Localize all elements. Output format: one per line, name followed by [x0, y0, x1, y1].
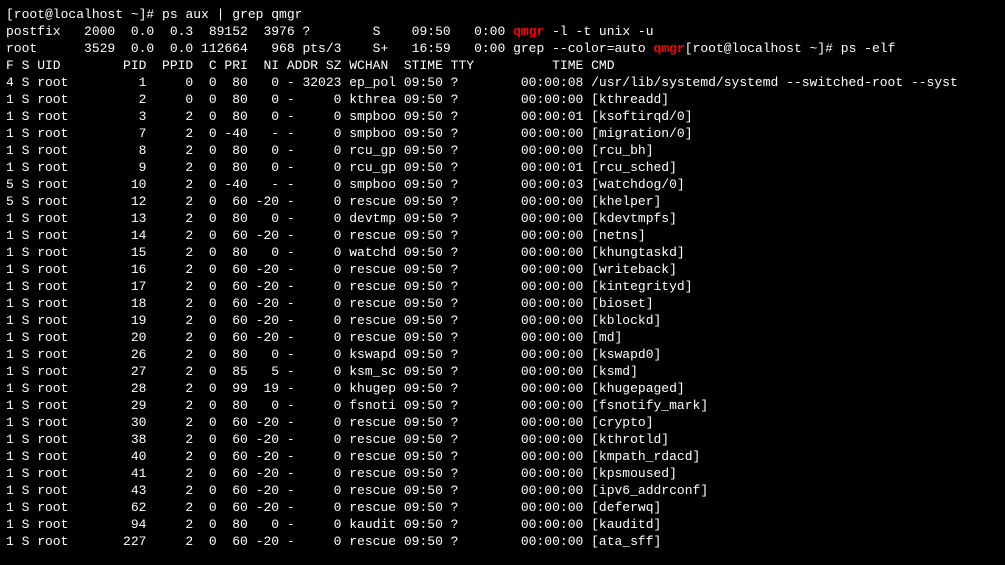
ps-elf-row-2: 1 S root 3 2 0 80 0 - 0 smpboo 09:50 ? 0…: [6, 109, 693, 124]
ps-elf-row-18: 1 S root 28 2 0 99 19 - 0 khugep 09:50 ?…: [6, 381, 685, 396]
ps-elf-row-15: 1 S root 20 2 0 60 -20 - 0 rescue 09:50 …: [6, 330, 622, 345]
ps-elf-row-23: 1 S root 41 2 0 60 -20 - 0 rescue 09:50 …: [6, 466, 677, 481]
cmd-2: ps -elf: [833, 41, 895, 56]
ps-elf-row-3: 1 S root 7 2 0 -40 - - 0 smpboo 09:50 ? …: [6, 126, 693, 141]
ps-elf-row-24: 1 S root 43 2 0 60 -20 - 0 rescue 09:50 …: [6, 483, 708, 498]
ps-elf-row-0: 4 S root 1 0 0 80 0 - 32023 ep_pol 09:50…: [6, 75, 958, 90]
ps-elf-row-27: 1 S root 227 2 0 60 -20 - 0 rescue 09:50…: [6, 534, 661, 549]
grep-match-0: qmgr: [513, 24, 544, 39]
ps-elf-row-6: 5 S root 10 2 0 -40 - - 0 smpboo 09:50 ?…: [6, 177, 685, 192]
ps-elf-row-1: 1 S root 2 0 0 80 0 - 0 kthrea 09:50 ? 0…: [6, 92, 669, 107]
grep-match-1: qmgr: [654, 41, 685, 56]
cmd-1: ps aux | grep qmgr: [154, 7, 302, 22]
ps-elf-row-22: 1 S root 40 2 0 60 -20 - 0 rescue 09:50 …: [6, 449, 700, 464]
ps-elf-header: F S UID PID PPID C PRI NI ADDR SZ WCHAN …: [6, 58, 615, 73]
ps-elf-row-5: 1 S root 9 2 0 80 0 - 0 rcu_gp 09:50 ? 0…: [6, 160, 677, 175]
ps-elf-row-14: 1 S root 19 2 0 60 -20 - 0 rescue 09:50 …: [6, 313, 661, 328]
grep-line-0: postfix 2000 0.0 0.3 89152 3976 ? S 09:5…: [6, 24, 654, 39]
ps-elf-row-16: 1 S root 26 2 0 80 0 - 0 kswapd 09:50 ? …: [6, 347, 661, 362]
ps-elf-row-26: 1 S root 94 2 0 80 0 - 0 kaudit 09:50 ? …: [6, 517, 661, 532]
ps-elf-row-10: 1 S root 15 2 0 80 0 - 0 watchd 09:50 ? …: [6, 245, 685, 260]
ps-elf-row-11: 1 S root 16 2 0 60 -20 - 0 rescue 09:50 …: [6, 262, 677, 277]
ps-elf-row-4: 1 S root 8 2 0 80 0 - 0 rcu_gp 09:50 ? 0…: [6, 143, 654, 158]
ps-elf-row-12: 1 S root 17 2 0 60 -20 - 0 rescue 09:50 …: [6, 279, 693, 294]
ps-elf-row-17: 1 S root 27 2 0 85 5 - 0 ksm_sc 09:50 ? …: [6, 364, 638, 379]
ps-elf-row-13: 1 S root 18 2 0 60 -20 - 0 rescue 09:50 …: [6, 296, 654, 311]
ps-elf-row-20: 1 S root 30 2 0 60 -20 - 0 rescue 09:50 …: [6, 415, 654, 430]
prompt-2: [root@localhost ~]#: [685, 41, 833, 56]
ps-elf-row-8: 1 S root 13 2 0 80 0 - 0 devtmp 09:50 ? …: [6, 211, 677, 226]
grep-line-1: root 3529 0.0 0.0 112664 968 pts/3 S+ 16…: [6, 41, 685, 56]
prompt-1: [root@localhost ~]#: [6, 7, 154, 22]
terminal[interactable]: [root@localhost ~]# ps aux | grep qmgr p…: [0, 0, 1005, 556]
ps-elf-row-9: 1 S root 14 2 0 60 -20 - 0 rescue 09:50 …: [6, 228, 646, 243]
ps-elf-row-7: 5 S root 12 2 0 60 -20 - 0 rescue 09:50 …: [6, 194, 661, 209]
ps-elf-row-21: 1 S root 38 2 0 60 -20 - 0 rescue 09:50 …: [6, 432, 669, 447]
ps-elf-row-19: 1 S root 29 2 0 80 0 - 0 fsnoti 09:50 ? …: [6, 398, 708, 413]
ps-elf-row-25: 1 S root 62 2 0 60 -20 - 0 rescue 09:50 …: [6, 500, 661, 515]
